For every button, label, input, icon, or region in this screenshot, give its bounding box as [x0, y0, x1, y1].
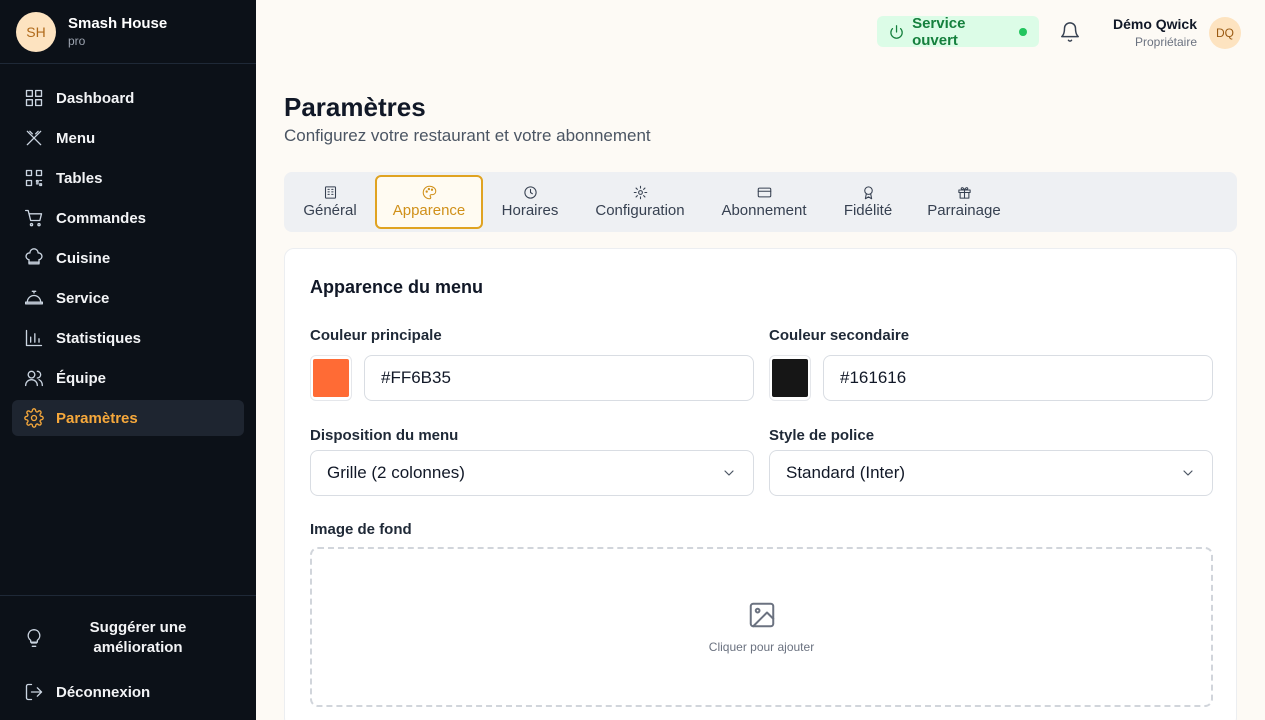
- menu-layout-select[interactable]: Grille (2 colonnes): [310, 450, 754, 496]
- settings-tabs: Général Apparence Horaires Configuration…: [284, 172, 1237, 232]
- sidebar-item-equipe[interactable]: Équipe: [12, 360, 244, 396]
- appearance-card: Apparence du menu Couleur principale #FF…: [284, 248, 1237, 720]
- qr-code-icon: [25, 169, 43, 187]
- brand-plan: pro: [68, 34, 86, 48]
- primary-color-input[interactable]: #FF6B35: [364, 355, 754, 401]
- menu-layout-label: Disposition du menu: [310, 427, 459, 444]
- service-status-label: Service ouvert: [912, 14, 966, 49]
- sidebar-item-tables[interactable]: Tables: [12, 160, 244, 196]
- palette-icon: [422, 185, 436, 200]
- sidebar: SH Smash House pro Dashboard Menu Tables…: [0, 0, 256, 720]
- tab-label: Général: [303, 202, 357, 219]
- credit-card-icon: [757, 187, 771, 198]
- power-icon: [890, 24, 903, 39]
- sidebar-item-label: Service: [56, 289, 110, 307]
- user-menu[interactable]: Démo Qwick Propriétaire DQ: [1113, 16, 1241, 49]
- tab-label: Apparence: [392, 202, 466, 219]
- avatar: DQ: [1209, 16, 1241, 49]
- sidebar-item-label: Menu: [56, 129, 96, 147]
- sidebar-item-label: Cuisine: [56, 249, 111, 267]
- primary-color-label: Couleur principale: [310, 327, 442, 344]
- chef-hat-icon: [25, 248, 43, 265]
- sidebar-footer: Suggérer une amélioration Déconnexion: [0, 595, 256, 720]
- font-style-select[interactable]: Standard (Inter): [769, 450, 1213, 496]
- chevron-down-icon: [1183, 470, 1193, 476]
- tab-general[interactable]: Général: [292, 175, 368, 229]
- sidebar-item-parametres[interactable]: Paramètres: [12, 400, 244, 436]
- gear-icon: [633, 185, 647, 200]
- page-title: Paramètres: [284, 92, 426, 122]
- notifications-button[interactable]: [1059, 21, 1081, 43]
- bell-service-icon: [25, 290, 43, 305]
- service-status-dot: [1019, 27, 1027, 36]
- bell-icon: [1061, 22, 1079, 42]
- font-style-value: Standard (Inter): [786, 463, 906, 482]
- chevron-down-icon: [724, 470, 734, 476]
- sidebar-item-label: Équipe: [56, 369, 107, 387]
- tab-label: Configuration: [595, 202, 685, 219]
- background-image-dropzone[interactable]: Cliquer pour ajouter: [310, 547, 1213, 707]
- menu-layout-value: Grille (2 colonnes): [327, 463, 465, 482]
- award-icon: [863, 186, 873, 200]
- secondary-color-input[interactable]: #161616: [823, 355, 1213, 401]
- lightbulb-icon: [27, 629, 41, 647]
- secondary-color-label: Couleur secondaire: [769, 327, 910, 344]
- building-icon: [324, 186, 336, 199]
- logout-button[interactable]: Déconnexion: [12, 674, 244, 710]
- tab-horaires[interactable]: Horaires: [490, 175, 570, 229]
- clock-icon: [523, 186, 537, 199]
- page-subtitle: Configurez votre restaurant et votre abo…: [284, 126, 651, 145]
- secondary-color-picker[interactable]: [769, 355, 811, 401]
- tab-parrainage[interactable]: Parrainage: [920, 175, 1008, 229]
- logout-label: Déconnexion: [56, 683, 151, 701]
- brand-name: Smash House: [68, 15, 168, 32]
- primary-color-swatch: [313, 359, 349, 397]
- sidebar-nav: Dashboard Menu Tables Commandes Cuisine …: [0, 64, 256, 436]
- service-status-toggle[interactable]: Service ouvert: [877, 14, 1039, 49]
- dropzone-hint: Cliquer pour ajouter: [708, 640, 815, 654]
- sidebar-item-label: Dashboard: [56, 89, 135, 107]
- suggest-improvement-label: Suggérer une amélioration: [89, 619, 187, 656]
- tab-apparence[interactable]: Apparence: [375, 175, 483, 229]
- image-icon: [749, 602, 774, 628]
- brand-avatar: SH: [16, 11, 56, 52]
- tab-abonnement[interactable]: Abonnement: [714, 175, 814, 229]
- sidebar-item-label: Tables: [56, 169, 103, 187]
- cart-icon: [25, 209, 43, 227]
- logout-icon: [25, 683, 43, 701]
- suggest-improvement-button[interactable]: Suggérer une amélioration: [12, 610, 244, 666]
- tab-fidelite[interactable]: Fidélité: [832, 175, 904, 229]
- section-title: Apparence du menu: [310, 277, 484, 297]
- sidebar-item-dashboard[interactable]: Dashboard: [12, 80, 244, 116]
- sidebar-item-menu[interactable]: Menu: [12, 120, 244, 156]
- sidebar-item-label: Paramètres: [56, 409, 138, 427]
- sidebar-item-commandes[interactable]: Commandes: [12, 200, 244, 236]
- user-name: Démo Qwick: [1112, 16, 1197, 32]
- user-role: Propriétaire: [1134, 35, 1197, 49]
- sidebar-item-service[interactable]: Service: [12, 280, 244, 316]
- sidebar-item-statistiques[interactable]: Statistiques: [12, 320, 244, 356]
- tab-label: Fidélité: [843, 202, 893, 219]
- gift-icon: [957, 187, 971, 199]
- chart-icon: [25, 329, 43, 347]
- dashboard-icon: [25, 89, 43, 107]
- secondary-color-swatch: [772, 359, 808, 397]
- sidebar-item-label: Statistiques: [56, 329, 142, 347]
- utensils-icon: [26, 130, 42, 146]
- tab-label: Parrainage: [927, 202, 1001, 219]
- tab-label: Abonnement: [721, 202, 807, 219]
- sidebar-item-cuisine[interactable]: Cuisine: [12, 240, 244, 276]
- topbar: Service ouvert Démo Qwick Propriétaire D…: [256, 0, 1265, 64]
- users-icon: [25, 370, 43, 387]
- brand: SH Smash House pro: [0, 0, 256, 64]
- tab-configuration[interactable]: Configuration: [584, 175, 696, 229]
- gear-icon: [24, 408, 44, 428]
- primary-color-picker[interactable]: [310, 355, 352, 401]
- tab-label: Horaires: [501, 202, 559, 219]
- background-image-label: Image de fond: [310, 521, 412, 538]
- sidebar-item-label: Commandes: [56, 209, 147, 227]
- font-style-label: Style de police: [769, 427, 875, 444]
